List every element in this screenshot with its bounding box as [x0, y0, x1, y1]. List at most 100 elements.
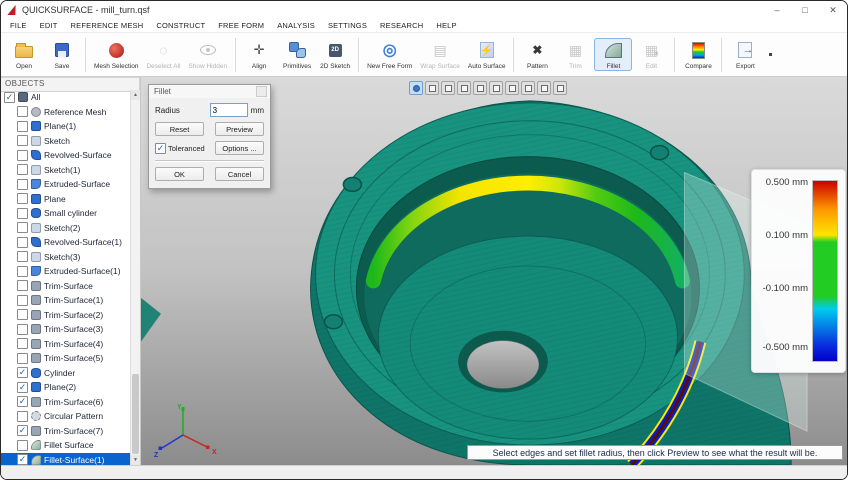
visibility-checkbox[interactable]: [17, 411, 28, 422]
visibility-checkbox[interactable]: [17, 280, 28, 291]
scrollbar-thumb[interactable]: [132, 374, 139, 454]
tree-item-sketch-2[interactable]: Sketch(2): [1, 221, 130, 236]
visibility-checkbox[interactable]: [17, 135, 28, 146]
close-button[interactable]: ✕: [819, 1, 847, 19]
tree-item-small-cylinder[interactable]: Small cylinder: [1, 206, 130, 221]
visibility-checkbox[interactable]: [17, 454, 28, 465]
tree-item-all[interactable]: All: [1, 90, 130, 105]
visibility-checkbox[interactable]: [4, 92, 15, 103]
menu-item-research[interactable]: RESEARCH: [380, 21, 423, 30]
view-button-top-view[interactable]: [489, 81, 503, 95]
visibility-checkbox[interactable]: [17, 121, 28, 132]
menu-item-analysis[interactable]: ANALYSIS: [277, 21, 315, 30]
tree-scrollbar[interactable]: ▲ ▼: [130, 90, 140, 465]
menu-item-settings[interactable]: SETTINGS: [328, 21, 367, 30]
tree-item-trim-surface[interactable]: Trim-Surface: [1, 279, 130, 294]
tree-item-trim-surface-4[interactable]: Trim-Surface(4): [1, 337, 130, 352]
visibility-checkbox[interactable]: [17, 295, 28, 306]
tree-item-plane-2[interactable]: Plane(2): [1, 380, 130, 395]
visibility-checkbox[interactable]: [17, 396, 28, 407]
visibility-checkbox[interactable]: [17, 150, 28, 161]
visibility-checkbox[interactable]: [17, 353, 28, 364]
primitives-button[interactable]: Primitives: [278, 38, 316, 71]
visibility-checkbox[interactable]: [17, 106, 28, 117]
tree-item-sketch[interactable]: Sketch: [1, 134, 130, 149]
tree-item-extruded-surface-1[interactable]: Extruded-Surface(1): [1, 264, 130, 279]
tree-item-fillet-surface[interactable]: Fillet Surface: [1, 438, 130, 453]
tree-item-sketch-1[interactable]: Sketch(1): [1, 163, 130, 178]
free-form-button[interactable]: New Free Form: [363, 38, 416, 71]
visibility-checkbox[interactable]: [17, 367, 28, 378]
dialog-close-button[interactable]: [256, 86, 267, 97]
visibility-checkbox[interactable]: [17, 425, 28, 436]
visibility-checkbox[interactable]: [17, 193, 28, 204]
open-button[interactable]: Open: [5, 38, 43, 71]
export-button[interactable]: Export: [726, 38, 764, 71]
scrollbar-up-icon[interactable]: ▲: [131, 90, 140, 100]
tree-item-reference-mesh[interactable]: Reference Mesh: [1, 105, 130, 120]
tree-item-trim-surface-3[interactable]: Trim-Surface(3): [1, 322, 130, 337]
tree-item-plane[interactable]: Plane: [1, 192, 130, 207]
visibility-checkbox[interactable]: [17, 251, 28, 262]
fillet-button[interactable]: Fillet: [594, 38, 632, 71]
toolbar-overflow-dot[interactable]: [769, 53, 772, 56]
scrollbar-down-icon[interactable]: ▼: [131, 455, 140, 465]
compare-button[interactable]: Compare: [679, 38, 717, 71]
minimize-button[interactable]: –: [763, 1, 791, 19]
visibility-checkbox[interactable]: [17, 309, 28, 320]
tree-item-revolved-surface-1[interactable]: Revolved-Surface(1): [1, 235, 130, 250]
auto-surface-button[interactable]: Auto Surface: [464, 38, 510, 71]
view-button-isometric-view[interactable]: [521, 81, 535, 95]
menu-item-help[interactable]: HELP: [436, 21, 456, 30]
tree-item-sketch-3[interactable]: Sketch(3): [1, 250, 130, 265]
view-button-fit-view[interactable]: [553, 81, 567, 95]
tree-item-cylinder[interactable]: Cylinder: [1, 366, 130, 381]
maximize-button[interactable]: □: [791, 1, 819, 19]
tree-item-trim-surface-7[interactable]: Trim-Surface(7): [1, 424, 130, 439]
menu-item-reference-mesh[interactable]: REFERENCE MESH: [71, 21, 144, 30]
tree-item-trim-surface-6[interactable]: Trim-Surface(6): [1, 395, 130, 410]
visibility-checkbox[interactable]: [17, 324, 28, 335]
preview-button[interactable]: Preview: [215, 122, 264, 136]
visibility-checkbox[interactable]: [17, 222, 28, 233]
reset-button[interactable]: Reset: [155, 122, 204, 136]
view-button-trimetric-view[interactable]: [537, 81, 551, 95]
cancel-button[interactable]: Cancel: [215, 167, 264, 181]
options-button[interactable]: Options ...: [215, 141, 264, 155]
visibility-checkbox[interactable]: [17, 164, 28, 175]
visibility-checkbox[interactable]: [17, 179, 28, 190]
tree-item-fillet-surface-1[interactable]: Fillet-Surface(1): [1, 453, 130, 466]
view-button-perspective[interactable]: [409, 81, 423, 95]
menu-item-free-form[interactable]: FREE FORM: [218, 21, 264, 30]
visibility-checkbox[interactable]: [17, 266, 28, 277]
save-button[interactable]: Save: [43, 38, 81, 71]
fillet-dialog-titlebar[interactable]: Fillet: [149, 85, 270, 98]
align-button[interactable]: Align: [240, 38, 278, 71]
visibility-checkbox[interactable]: [17, 440, 28, 451]
tree-item-trim-surface-2[interactable]: Trim-Surface(2): [1, 308, 130, 323]
mesh-selection-button[interactable]: Mesh Selection: [90, 38, 142, 71]
visibility-checkbox[interactable]: [17, 208, 28, 219]
tree-item-revolved-surface[interactable]: Revolved-Surface: [1, 148, 130, 163]
pattern-button[interactable]: Pattern: [518, 38, 556, 71]
tree-item-extruded-surface[interactable]: Extruded-Surface: [1, 177, 130, 192]
visibility-checkbox[interactable]: [17, 382, 28, 393]
tree-item-trim-surface-5[interactable]: Trim-Surface(5): [1, 351, 130, 366]
view-button-front-view[interactable]: [425, 81, 439, 95]
tree-item-plane-1[interactable]: Plane(1): [1, 119, 130, 134]
tree-item-circular-pattern[interactable]: Circular Pattern: [1, 409, 130, 424]
view-button-left-view[interactable]: [457, 81, 471, 95]
visibility-checkbox[interactable]: [17, 237, 28, 248]
sketch-2d-button[interactable]: 2D Sketch: [316, 38, 354, 71]
view-button-bottom-view[interactable]: [505, 81, 519, 95]
menu-item-construct[interactable]: CONSTRUCT: [156, 21, 205, 30]
view-button-back-view[interactable]: [441, 81, 455, 95]
view-button-right-view[interactable]: [473, 81, 487, 95]
radius-input[interactable]: [210, 103, 248, 117]
tree-item-trim-surface-1[interactable]: Trim-Surface(1): [1, 293, 130, 308]
toleranced-checkbox[interactable]: [155, 143, 166, 154]
visibility-checkbox[interactable]: [17, 338, 28, 349]
menu-item-edit[interactable]: EDIT: [40, 21, 58, 30]
menu-item-file[interactable]: FILE: [10, 21, 27, 30]
ok-button[interactable]: OK: [155, 167, 204, 181]
